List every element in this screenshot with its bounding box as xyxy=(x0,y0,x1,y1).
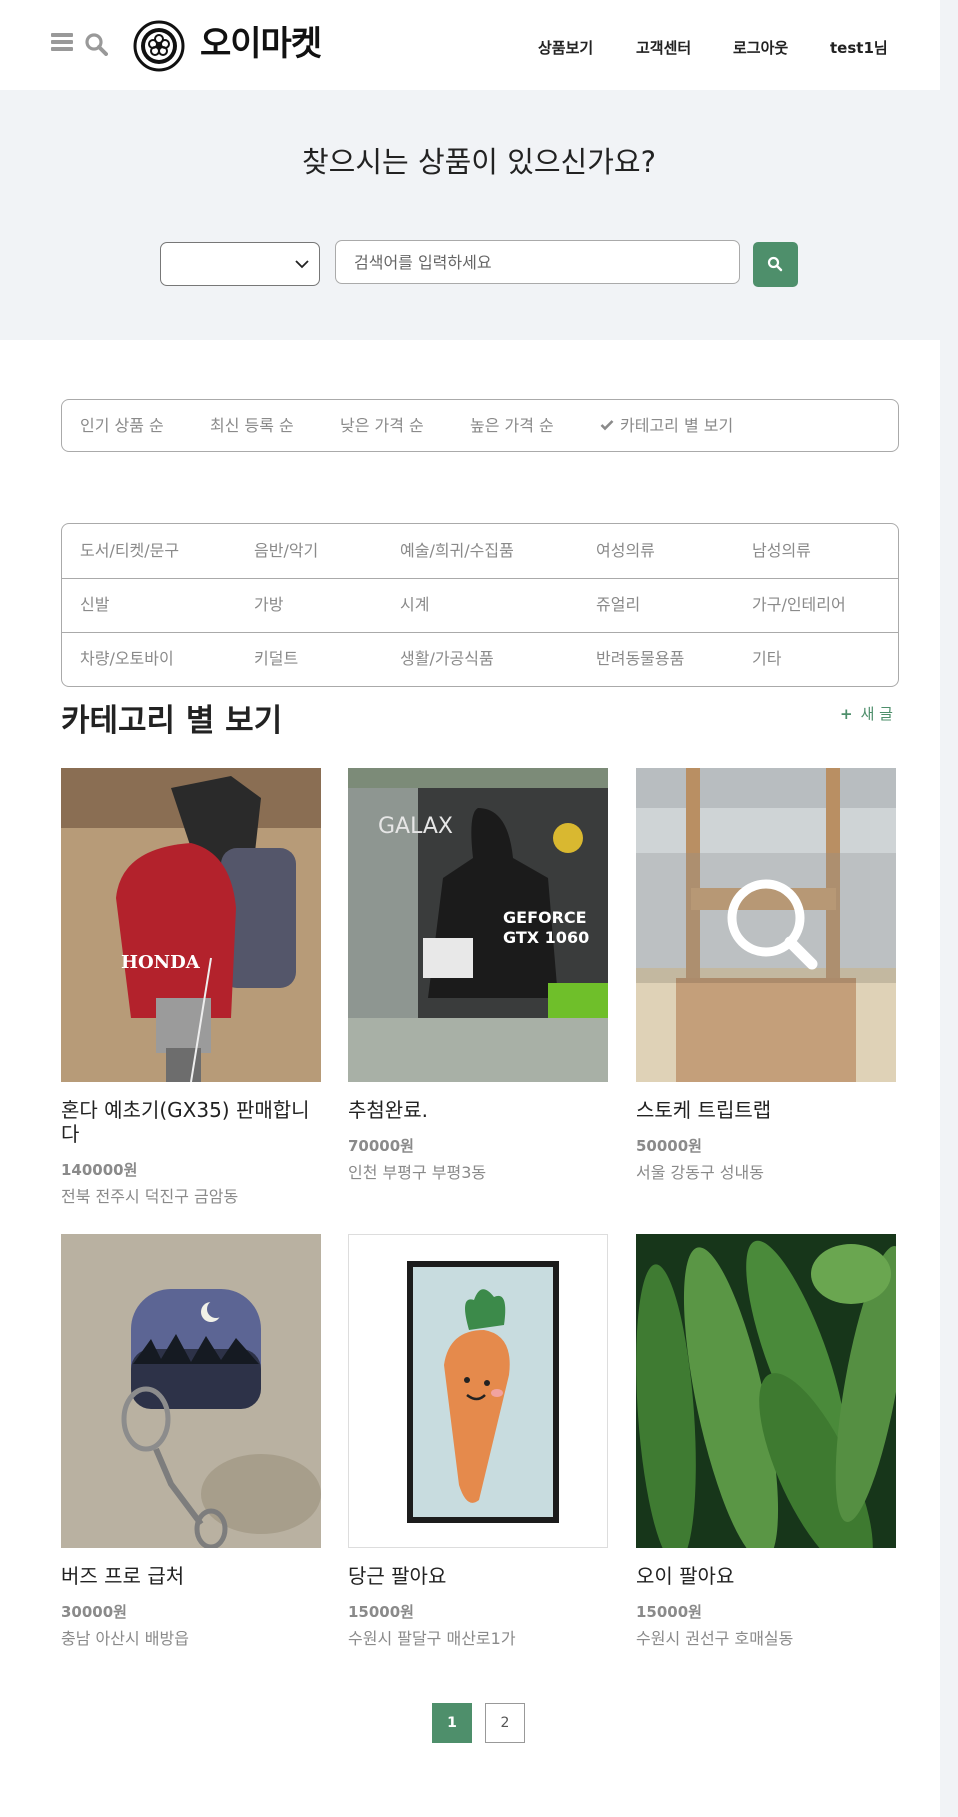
hero-title: 찾으시는 상품이 있으신가요? xyxy=(302,145,656,179)
category-item[interactable]: 차량/오토바이 xyxy=(80,648,174,670)
nav-user[interactable]: test1님 xyxy=(830,38,888,58)
category-item[interactable]: 시계 xyxy=(400,594,429,616)
page-button-1[interactable]: 1 xyxy=(432,1703,472,1743)
product-location: 서울 강동구 성내동 xyxy=(636,1163,764,1182)
search-button[interactable] xyxy=(753,242,798,287)
product-title[interactable]: 혼다 예초기(GX35) 판매합니다 xyxy=(61,1098,323,1146)
new-post-button[interactable]: + 새 글 xyxy=(840,703,893,725)
hamburger-icon[interactable] xyxy=(51,33,73,51)
category-item[interactable]: 반려동물용품 xyxy=(596,648,684,670)
product-price: 15000원 xyxy=(348,1603,414,1621)
plus-icon: + xyxy=(840,705,853,723)
category-item[interactable]: 가구/인테리어 xyxy=(752,594,846,616)
product-price: 15000원 xyxy=(636,1603,702,1621)
site-header: 오이마켓 상품보기 고객센터 로그아웃 test1님 xyxy=(0,0,940,90)
new-post-label: 새 글 xyxy=(860,705,893,723)
product-title[interactable]: 추첨완료. xyxy=(348,1098,610,1122)
nav-logout[interactable]: 로그아웃 xyxy=(733,38,788,58)
sort-bar: 인기 상품 순 최신 등록 순 낮은 가격 순 높은 가격 순 카테고리 별 보… xyxy=(61,399,899,452)
sort-price-low[interactable]: 낮은 가격 순 xyxy=(340,415,424,437)
search-input[interactable] xyxy=(335,240,740,284)
category-item[interactable]: 키덜트 xyxy=(254,648,298,670)
product-title[interactable]: 오이 팔아요 xyxy=(636,1564,898,1588)
search-icon[interactable] xyxy=(84,32,108,56)
grid-divider xyxy=(62,578,898,579)
category-item[interactable]: 가방 xyxy=(254,594,283,616)
svg-text:GALAX: GALAX xyxy=(378,814,453,839)
nav-products[interactable]: 상품보기 xyxy=(538,38,593,58)
category-item[interactable]: 도서/티켓/문구 xyxy=(80,540,179,562)
category-item[interactable]: 신발 xyxy=(80,594,109,616)
product-price: 30000원 xyxy=(61,1603,127,1621)
page-button-2[interactable]: 2 xyxy=(485,1703,525,1743)
search-hero: 찾으시는 상품이 있으신가요? xyxy=(0,90,940,340)
chevron-down-icon xyxy=(295,260,309,269)
category-item[interactable]: 음반/악기 xyxy=(254,540,318,562)
logo-icon[interactable] xyxy=(133,20,185,72)
product-price: 70000원 xyxy=(348,1137,414,1155)
nav-customer-center[interactable]: 고객센터 xyxy=(636,38,691,58)
category-item[interactable]: 예술/희귀/수집품 xyxy=(400,540,514,562)
sort-by-category-label: 카테고리 별 보기 xyxy=(620,416,734,435)
svg-text:GEFORCE: GEFORCE xyxy=(503,908,587,927)
category-item[interactable]: 남성의류 xyxy=(752,540,811,562)
product-image[interactable] xyxy=(636,1234,896,1548)
product-location: 수원시 팔달구 매산로1가 xyxy=(348,1629,516,1648)
svg-text:GTX 1060: GTX 1060 xyxy=(503,928,589,947)
category-item[interactable]: 쥬얼리 xyxy=(596,594,640,616)
check-icon xyxy=(600,420,614,431)
product-price: 50000원 xyxy=(636,1137,702,1155)
sort-popular[interactable]: 인기 상품 순 xyxy=(80,415,164,437)
product-title[interactable]: 당근 팔아요 xyxy=(348,1564,610,1588)
product-image[interactable] xyxy=(348,1234,608,1548)
product-title[interactable]: 버즈 프로 급처 xyxy=(61,1564,323,1588)
sort-price-high[interactable]: 높은 가격 순 xyxy=(470,415,554,437)
category-item[interactable]: 여성의류 xyxy=(596,540,655,562)
product-location: 수원시 권선구 호매실동 xyxy=(636,1629,794,1648)
product-image[interactable] xyxy=(61,1234,321,1548)
page-side-strip xyxy=(940,0,958,1817)
sort-by-category[interactable]: 카테고리 별 보기 xyxy=(600,415,733,437)
category-item[interactable]: 기타 xyxy=(752,648,781,670)
product-location: 전북 전주시 덕진구 금암동 xyxy=(61,1187,239,1206)
svg-text:HONDA: HONDA xyxy=(121,952,201,973)
product-location: 충남 아산시 배방읍 xyxy=(61,1629,189,1648)
logo-text[interactable]: 오이마켓 xyxy=(200,24,322,64)
category-grid: 도서/티켓/문구 음반/악기 예술/희귀/수집품 여성의류 남성의류 신발 가방… xyxy=(61,523,899,687)
product-image[interactable]: HONDA xyxy=(61,768,321,1082)
product-location: 인천 부평구 부평3동 xyxy=(348,1163,487,1182)
search-icon xyxy=(767,256,783,272)
category-select[interactable] xyxy=(160,242,320,286)
section-title: 카테고리 별 보기 xyxy=(61,703,283,739)
grid-divider xyxy=(62,632,898,633)
product-price: 140000원 xyxy=(61,1161,138,1179)
product-image[interactable]: GALAX GEFORCE GTX 1060 xyxy=(348,768,608,1082)
product-title[interactable]: 스토케 트립트랩 xyxy=(636,1098,898,1122)
sort-newest[interactable]: 최신 등록 순 xyxy=(210,415,294,437)
category-item[interactable]: 생활/가공식품 xyxy=(400,648,494,670)
product-image[interactable] xyxy=(636,768,896,1082)
